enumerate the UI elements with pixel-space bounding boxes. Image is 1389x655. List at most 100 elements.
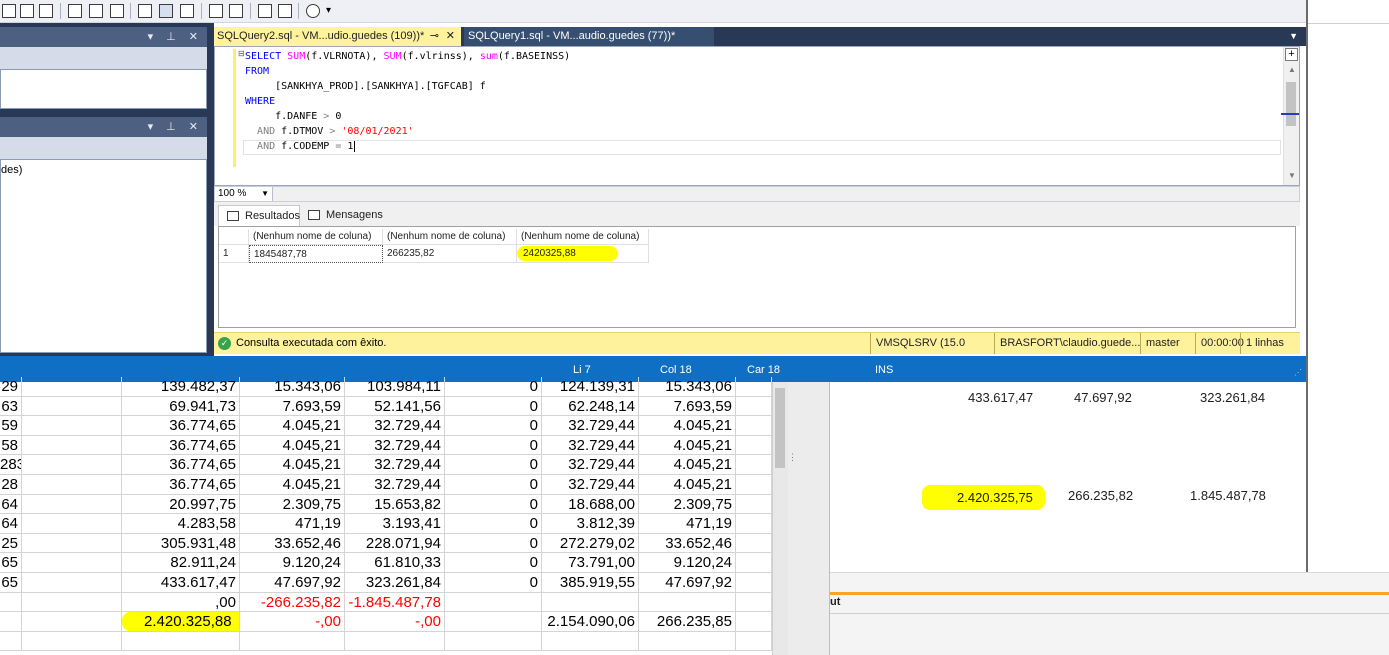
sheet-cell[interactable]: 33.652,46 xyxy=(639,533,736,554)
sheet-cell[interactable]: 36.774,65 xyxy=(122,435,240,456)
sheet-cell[interactable]: -,00 xyxy=(345,612,445,632)
sheet-cell[interactable] xyxy=(736,377,772,397)
column-header[interactable]: (Nenhum nome de coluna) xyxy=(249,229,383,245)
close-icon[interactable]: ✕ xyxy=(446,27,455,46)
sheet-cell[interactable]: 305.931,48 xyxy=(122,533,240,554)
sheet-cell[interactable] xyxy=(736,435,772,456)
sheet-cell[interactable]: 4.045,21 xyxy=(240,435,345,456)
sheet-cell[interactable] xyxy=(736,612,772,632)
sheet-cell[interactable]: 3.193,41 xyxy=(345,514,445,534)
sheet-cell[interactable] xyxy=(736,455,772,475)
sheet-cell[interactable]: 0 xyxy=(445,377,542,397)
results-text-icon[interactable] xyxy=(138,4,152,18)
resize-grip-icon[interactable]: ⋰ xyxy=(1294,368,1302,377)
tab-sqlquery2[interactable]: SQLQuery2.sql - VM...udio.guedes (109))*… xyxy=(214,27,461,46)
sheet-cell[interactable]: 0 xyxy=(445,514,542,534)
sheet-cell[interactable]: 32.729,44 xyxy=(345,416,445,436)
sheet-cell[interactable] xyxy=(445,612,542,632)
sheet-cell[interactable]: 36.774,65 xyxy=(122,416,240,436)
sheet-cell[interactable] xyxy=(542,592,639,613)
sheet-cell[interactable]: 64 xyxy=(0,494,22,515)
sheet-cell[interactable]: 0 xyxy=(445,573,542,593)
sheet-cell[interactable] xyxy=(639,592,736,613)
sheet-cell[interactable]: 62.248,14 xyxy=(542,396,639,417)
grid-cell[interactable]: 1845487,78 xyxy=(249,245,383,263)
sheet-cell[interactable] xyxy=(639,631,736,652)
results-to-text-icon[interactable] xyxy=(20,4,34,18)
uncomment-icon[interactable] xyxy=(229,4,243,18)
sheet-cell[interactable] xyxy=(445,631,542,652)
sheet-cell[interactable]: 32.729,44 xyxy=(542,455,639,475)
editor-scroll-thumb[interactable] xyxy=(1286,82,1296,126)
sheet-cell[interactable] xyxy=(22,514,122,534)
tool-window-header[interactable]: ▾ ⊥ ✕ xyxy=(0,27,207,47)
sheet-cell[interactable]: -266.235,82 xyxy=(240,592,345,613)
scroll-up-icon[interactable]: ▲ xyxy=(1288,65,1296,74)
sheet-cell[interactable] xyxy=(22,475,122,495)
sheet-cell[interactable]: 471,19 xyxy=(639,514,736,534)
sheet-cell[interactable]: 4.045,21 xyxy=(240,416,345,436)
sheet-cell[interactable]: 29 xyxy=(0,377,22,397)
sheet-cell[interactable]: 20.997,75 xyxy=(122,494,240,515)
sheet-cell[interactable]: 2.154.090,06 xyxy=(542,612,639,632)
sheet-cell[interactable]: 4.045,21 xyxy=(639,475,736,495)
results-to-file-icon[interactable] xyxy=(39,4,53,18)
sheet-cell[interactable]: 0 xyxy=(445,416,542,436)
sheet-cell[interactable] xyxy=(22,455,122,475)
sheet-cell[interactable]: 47.697,92 xyxy=(240,573,345,593)
collapse-icon[interactable]: ⊟ xyxy=(238,49,245,58)
zoom-select[interactable]: 100 % ▼ xyxy=(215,187,273,201)
sheet-cell[interactable] xyxy=(445,592,542,613)
sheet-cell[interactable]: 3.812,39 xyxy=(542,514,639,534)
sheet-cell[interactable]: 64 xyxy=(0,514,22,534)
sheet-cell[interactable] xyxy=(345,631,445,652)
sheet-cell[interactable] xyxy=(22,592,122,613)
sheet-cell[interactable]: 0 xyxy=(445,533,542,554)
sheet-cell[interactable]: 2.309,75 xyxy=(240,494,345,515)
sheet-cell[interactable]: 65 xyxy=(0,553,22,573)
sheet-cell[interactable]: 0 xyxy=(445,475,542,495)
sheet-cell[interactable]: 25 xyxy=(0,533,22,554)
sheet-cell[interactable]: 58 xyxy=(0,435,22,456)
sheet-cell[interactable] xyxy=(736,573,772,593)
column-header[interactable]: (Nenhum nome de coluna) xyxy=(517,229,649,245)
sheet-cell[interactable]: 15.653,82 xyxy=(345,494,445,515)
sheet-cell[interactable]: 32.729,44 xyxy=(542,475,639,495)
sheet-cell[interactable]: 4.045,21 xyxy=(639,416,736,436)
sheet-cell[interactable]: 36.774,65 xyxy=(122,455,240,475)
sheet-cell[interactable]: 61.810,33 xyxy=(345,553,445,573)
row-number[interactable]: 1 xyxy=(219,245,249,263)
pin-icon[interactable]: ⊸ xyxy=(430,27,439,46)
sheet-scroll-thumb[interactable] xyxy=(775,388,785,468)
sheet-cell[interactable]: 63 xyxy=(0,396,22,417)
sql-editor[interactable]: ⊟ SELECT SUM(f.VLRNOTA), SUM(f.vlrinss),… xyxy=(214,46,1300,186)
sheet-cell[interactable]: 0 xyxy=(445,494,542,515)
sheet-cell[interactable] xyxy=(736,514,772,534)
sheet-cell[interactable]: 28 xyxy=(0,475,22,495)
sheet-cell[interactable] xyxy=(736,494,772,515)
grid-cell[interactable]: 266235,82 xyxy=(383,245,517,263)
query-options-icon[interactable] xyxy=(68,4,82,18)
sheet-cell[interactable]: 4.045,21 xyxy=(240,455,345,475)
sheet-cell[interactable] xyxy=(22,416,122,436)
sheet-cell[interactable]: 15.343,06 xyxy=(240,377,345,397)
sheet-cell[interactable] xyxy=(22,435,122,456)
sheet-cell[interactable]: 471,19 xyxy=(240,514,345,534)
sheet-cell[interactable]: 73.791,00 xyxy=(542,553,639,573)
sheet-cell[interactable] xyxy=(736,416,772,436)
sheet-cell[interactable]: 4.045,21 xyxy=(240,475,345,495)
sheet-cell[interactable]: 65 xyxy=(0,573,22,593)
sheet-cell[interactable]: 2.309,75 xyxy=(639,494,736,515)
sheet-cell[interactable]: 9.120,24 xyxy=(639,553,736,573)
sheet-cell[interactable]: 9.120,24 xyxy=(240,553,345,573)
tool-window-header-2[interactable]: ▾ ⊥ ✕ xyxy=(0,117,207,137)
sheet-cell[interactable] xyxy=(0,612,22,632)
sheet-cell[interactable]: 7.693,59 xyxy=(639,396,736,417)
sheet-cell[interactable]: 0 xyxy=(445,455,542,475)
sheet-cell[interactable] xyxy=(22,533,122,554)
grid-icon[interactable] xyxy=(2,4,16,18)
sheet-cell[interactable]: 32.729,44 xyxy=(345,475,445,495)
results-file-icon[interactable] xyxy=(180,4,194,18)
sheet-cell[interactable] xyxy=(736,553,772,573)
tab-dropdown-icon[interactable]: ▼ xyxy=(1289,31,1298,41)
